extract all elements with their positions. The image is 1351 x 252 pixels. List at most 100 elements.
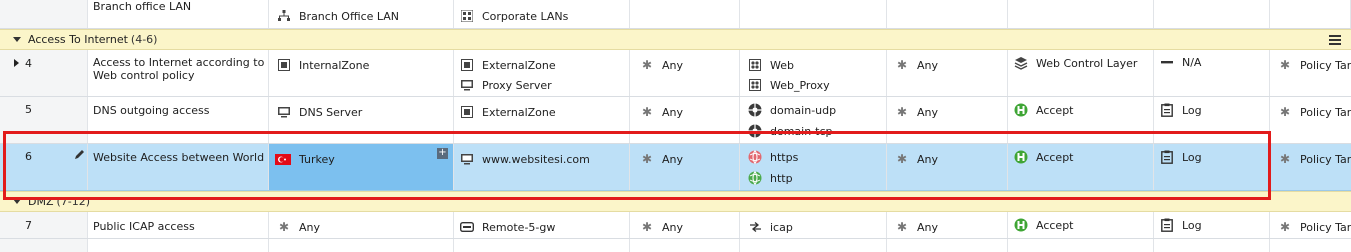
vpn-cell[interactable]: ✱ Any <box>630 97 740 143</box>
destination-label: www.websitesi.com <box>482 152 590 166</box>
action-cell <box>1008 0 1154 28</box>
service-label-2: domain-tcp <box>770 124 833 138</box>
edit-pencil-icon[interactable] <box>74 149 85 163</box>
vpn-label: Any <box>662 152 684 166</box>
install-on-cell[interactable]: ✱ Policy Tar <box>1270 50 1351 96</box>
rule-row-7[interactable]: 7 Public ICAP access ✱ Any Remote-5-gw ✱ A… <box>0 212 1351 239</box>
destination-label: Remote-5-gw <box>482 220 556 234</box>
rule-number-cell <box>0 0 88 28</box>
source-label: Any <box>299 220 321 234</box>
destination-cell[interactable]: ExternalZone <box>454 97 630 143</box>
rule-name-cell[interactable]: Branch office LAN <box>88 0 269 28</box>
source-label: InternalZone <box>299 58 370 72</box>
dns-service-icon <box>748 124 762 138</box>
content-cell[interactable]: ✱ Any <box>887 97 1008 143</box>
rule-name: Website Access between World <box>93 150 265 164</box>
source-cell[interactable]: ✱ Any <box>269 212 454 238</box>
action-cell[interactable]: Accept <box>1008 97 1154 143</box>
track-cell[interactable]: N/A <box>1154 50 1270 96</box>
rule-name: Public ICAP access <box>93 219 195 233</box>
rule-row-8-partial[interactable] <box>0 239 1351 252</box>
service-label-2: Web_Proxy <box>770 78 830 92</box>
track-cell[interactable]: Log <box>1154 144 1270 190</box>
track-label: N/A <box>1182 55 1202 69</box>
destination-cell[interactable]: Corporate LANs <box>454 0 630 28</box>
none-dash-icon <box>1160 55 1174 69</box>
vpn-cell[interactable]: ✱ Any <box>630 212 740 238</box>
rule-number: 4 <box>25 57 32 70</box>
hamburger-menu-icon[interactable] <box>1329 35 1341 45</box>
install-on-cell[interactable]: ✱ Policy Tar <box>1270 97 1351 143</box>
section-access-to-internet[interactable]: Access To Internet (4-6) <box>0 29 1351 50</box>
zone-icon <box>460 58 474 72</box>
network-group-icon <box>460 9 474 23</box>
content-label: Any <box>917 105 939 119</box>
services-cell[interactable]: domain-udp domain-tcp <box>740 97 887 143</box>
install-on-label: Policy Tar <box>1300 105 1351 119</box>
destination-label: Corporate LANs <box>482 9 569 23</box>
install-on-cell[interactable]: ✱ Policy Tar <box>1270 144 1351 190</box>
install-on-label: Policy Tar <box>1300 220 1351 234</box>
vpn-label: Any <box>662 58 684 72</box>
add-object-button[interactable]: + <box>437 148 448 159</box>
services-cell[interactable]: icap <box>740 212 887 238</box>
rule-name-cell[interactable]: Website Access between World <box>88 144 269 190</box>
source-cell[interactable]: Branch Office LAN <box>269 0 454 28</box>
source-cell[interactable]: DNS Server <box>269 97 454 143</box>
rule-row-top[interactable]: Branch office LAN Branch Office LAN Corp… <box>0 0 1351 29</box>
asterisk-icon: ✱ <box>641 220 653 234</box>
asterisk-icon: ✱ <box>641 152 653 166</box>
source-cell[interactable]: InternalZone <box>269 50 454 96</box>
install-on-cell <box>1270 239 1351 252</box>
rule-row-5[interactable]: 5 DNS outgoing access DNS Server Externa… <box>0 97 1351 144</box>
section-title: Access To Internet (4-6) <box>28 33 157 46</box>
section-dmz[interactable]: DMZ (7-12) <box>0 191 1351 212</box>
vpn-label: Any <box>662 105 684 119</box>
rule-name: Branch office LAN <box>93 0 192 13</box>
source-label: Turkey <box>299 152 335 166</box>
zone-icon <box>460 105 474 119</box>
services-cell[interactable]: Web Web_Proxy <box>740 50 887 96</box>
track-label: Log <box>1182 103 1202 117</box>
asterisk-icon: ✱ <box>1279 152 1291 166</box>
collapse-caret-icon[interactable] <box>13 37 21 42</box>
content-label: Any <box>917 220 939 234</box>
section-count: (7-12) <box>56 195 91 208</box>
vpn-cell[interactable]: ✱ Any <box>630 50 740 96</box>
section-title: DMZ (7-12) <box>28 195 90 208</box>
rule-name-cell[interactable]: Public ICAP access <box>88 212 269 238</box>
collapse-caret-icon[interactable] <box>13 199 21 204</box>
vpn-cell[interactable]: ✱ Any <box>630 144 740 190</box>
action-cell[interactable]: Accept <box>1008 212 1154 238</box>
rule-name-cell[interactable]: DNS outgoing access <box>88 97 269 143</box>
destination-cell[interactable]: www.websitesi.com <box>454 144 630 190</box>
source-cell-selected[interactable]: Turkey + <box>269 144 454 190</box>
section-title-text: Access To Internet <box>28 33 128 46</box>
action-cell <box>1008 239 1154 252</box>
action-cell[interactable]: Web Control Layer <box>1008 50 1154 96</box>
content-cell[interactable]: ✱ Any <box>887 50 1008 96</box>
install-on-cell <box>1270 0 1351 28</box>
rule-number-cell: 5 <box>0 97 88 143</box>
rule-row-4[interactable]: 4 Access to Internet according to Web co… <box>0 50 1351 97</box>
destination-cell[interactable]: ExternalZone Proxy Server <box>454 50 630 96</box>
content-cell[interactable]: ✱ Any <box>887 212 1008 238</box>
rule-row-6[interactable]: 6 Website Access between World Turkey + … <box>0 144 1351 191</box>
action-cell[interactable]: Accept <box>1008 144 1154 190</box>
section-title-text: DMZ <box>28 195 54 208</box>
expand-arrow-icon[interactable] <box>14 59 19 67</box>
asterisk-icon: ✱ <box>896 58 908 72</box>
rule-number-cell <box>0 239 88 252</box>
destination-cell[interactable]: Remote-5-gw <box>454 212 630 238</box>
install-on-cell[interactable]: ✱ Policy Tar <box>1270 212 1351 238</box>
rule-name-cell[interactable]: Access to Internet according to Web cont… <box>88 50 269 96</box>
services-cell[interactable]: https http <box>740 144 887 190</box>
track-cell[interactable]: Log <box>1154 212 1270 238</box>
content-cell[interactable]: ✱ Any <box>887 144 1008 190</box>
asterisk-icon: ✱ <box>641 58 653 72</box>
host-icon <box>460 152 474 166</box>
track-cell[interactable]: Log <box>1154 97 1270 143</box>
dns-service-icon <box>748 103 762 117</box>
destination-label-2: Proxy Server <box>482 78 552 92</box>
action-label: Web Control Layer <box>1036 56 1138 70</box>
